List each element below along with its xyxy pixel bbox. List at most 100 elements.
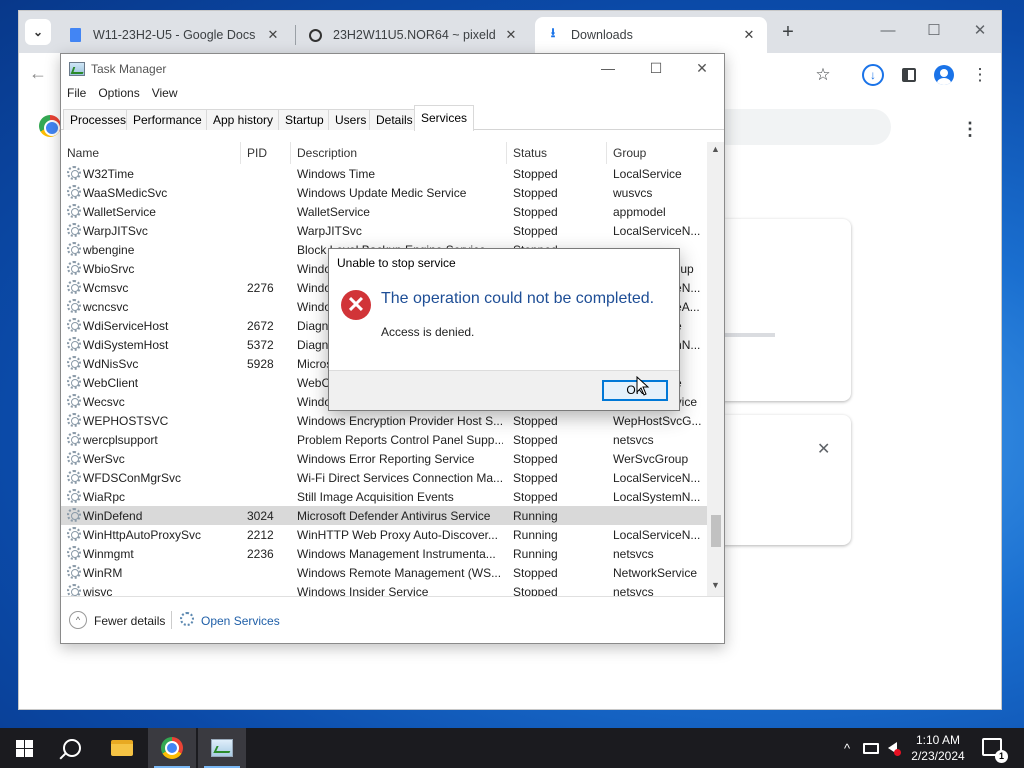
table-row[interactable]: WerSvc Windows Error Reporting Service Sto… bbox=[61, 449, 707, 468]
downloads-search-bar[interactable] bbox=[709, 109, 891, 145]
tab-google-docs[interactable]: W11-23H2-U5 - Google Docs ✕ bbox=[57, 17, 291, 53]
scroll-down-icon[interactable]: ▼ bbox=[707, 580, 724, 590]
vertical-scrollbar[interactable]: ▲ ▼ bbox=[707, 142, 724, 596]
open-services-link[interactable]: Open Services bbox=[201, 614, 280, 628]
column-header-group[interactable]: Group bbox=[607, 142, 707, 164]
pixeldrain-icon bbox=[307, 27, 323, 43]
table-row[interactable]: WinRM Windows Remote Management (WS... Sto… bbox=[61, 563, 707, 582]
service-gear-icon bbox=[67, 451, 81, 465]
downloads-toolbar-icon[interactable]: ↓ bbox=[862, 64, 884, 86]
table-row[interactable]: wercplsupport Problem Reports Control Pan… bbox=[61, 430, 707, 449]
task-manager-tabs: Processes Performance App history Startu… bbox=[61, 105, 724, 131]
scroll-up-icon[interactable]: ▲ bbox=[707, 144, 724, 154]
profile-avatar-icon[interactable] bbox=[933, 64, 955, 86]
column-header-description[interactable]: Description bbox=[291, 142, 507, 164]
table-row[interactable]: WalletService WalletService Stopped appmode… bbox=[61, 202, 707, 221]
cell-name: W32Time bbox=[83, 167, 134, 181]
tab-performance[interactable]: Performance bbox=[126, 109, 209, 130]
download-progress-track bbox=[725, 333, 775, 337]
tab-downloads[interactable]: ⭳ Downloads ✕ bbox=[535, 17, 767, 53]
bookmark-star-icon[interactable]: ☆ bbox=[812, 64, 834, 86]
downloads-menu-icon[interactable]: ⋮ bbox=[961, 119, 979, 140]
taskbar-task-manager[interactable] bbox=[198, 728, 246, 768]
windows-logo-icon bbox=[15, 739, 33, 757]
ok-button[interactable]: OK bbox=[602, 380, 668, 401]
cell-pid: 3024 bbox=[247, 509, 274, 523]
tray-overflow-chevron-icon[interactable]: ^ bbox=[838, 728, 856, 768]
system-clock[interactable]: 1:10 AM 2/23/2024 bbox=[904, 732, 972, 764]
network-icon[interactable] bbox=[860, 728, 882, 768]
cell-name: WerSvc bbox=[83, 452, 125, 466]
table-row[interactable]: W32Time Windows Time Stopped LocalService bbox=[61, 164, 707, 183]
maximize-icon[interactable]: ☐ bbox=[919, 19, 949, 43]
cell-pid: 2212 bbox=[247, 528, 274, 542]
tab-startup[interactable]: Startup bbox=[278, 109, 331, 130]
minimize-icon[interactable]: — bbox=[873, 19, 903, 43]
tab-details[interactable]: Details bbox=[369, 109, 420, 130]
table-row[interactable]: WaaSMedicSvc Windows Update Medic Service… bbox=[61, 183, 707, 202]
menu-options[interactable]: Options bbox=[92, 84, 145, 104]
cell-status: Stopped bbox=[513, 585, 558, 596]
table-row[interactable]: wisvc Windows Insider Service Stopped netsv… bbox=[61, 582, 707, 596]
table-row[interactable]: WinHttpAutoProxySvc 2212 WinHTTP Web Proxy… bbox=[61, 525, 707, 544]
close-tab-icon[interactable]: ✕ bbox=[503, 27, 519, 43]
table-row[interactable]: WarpJITSvc WarpJITSvc Stopped LocalServiceN… bbox=[61, 221, 707, 240]
taskbar-chrome[interactable] bbox=[148, 728, 196, 768]
table-row[interactable]: WiaRpc Still Image Acquisition Events Stop… bbox=[61, 487, 707, 506]
scroll-thumb[interactable] bbox=[711, 515, 721, 547]
services-gear-icon bbox=[180, 612, 194, 626]
tab-app-history[interactable]: App history bbox=[206, 109, 281, 130]
close-tab-icon[interactable]: ✕ bbox=[265, 27, 281, 43]
cell-status: Stopped bbox=[513, 414, 558, 428]
task-manager-titlebar[interactable]: Task Manager — ☐ ✕ bbox=[61, 54, 724, 84]
start-button[interactable] bbox=[0, 728, 48, 768]
cell-description: Windows Encryption Provider Host S... bbox=[297, 414, 503, 428]
new-tab-button[interactable]: + bbox=[777, 21, 799, 43]
side-panel-icon[interactable] bbox=[898, 64, 920, 86]
cell-group: wusvcs bbox=[613, 186, 653, 200]
cell-pid: 2236 bbox=[247, 547, 274, 561]
search-button[interactable] bbox=[48, 728, 96, 768]
back-arrow-icon[interactable]: ← bbox=[29, 63, 47, 84]
service-gear-icon bbox=[67, 356, 81, 370]
cell-group: WepHostSvcG... bbox=[613, 414, 702, 428]
taskbar-file-explorer[interactable] bbox=[98, 728, 146, 768]
cell-description: Still Image Acquisition Events bbox=[297, 490, 454, 504]
menu-view[interactable]: View bbox=[146, 84, 184, 104]
close-tab-icon[interactable]: ✕ bbox=[741, 27, 757, 43]
chrome-menu-icon[interactable]: ⋮ bbox=[969, 64, 991, 86]
column-header-name[interactable]: Name bbox=[61, 142, 241, 164]
service-gear-icon bbox=[67, 185, 81, 199]
maximize-icon[interactable]: ☐ bbox=[641, 58, 671, 78]
cell-pid: 5928 bbox=[247, 357, 274, 371]
table-row[interactable]: WFDSConMgrSvc Wi-Fi Direct Services Conne… bbox=[61, 468, 707, 487]
cell-pid: 5372 bbox=[247, 338, 274, 352]
cell-group: LocalServiceN... bbox=[613, 224, 701, 238]
fewer-details-button[interactable]: Fewer details bbox=[94, 614, 165, 628]
folder-icon bbox=[111, 740, 133, 756]
close-icon[interactable]: ✕ bbox=[687, 58, 717, 78]
download-item-card bbox=[709, 415, 851, 545]
cell-description: Windows Error Reporting Service bbox=[297, 452, 475, 466]
table-row[interactable]: Winmgmt 2236 Windows Management Instrument… bbox=[61, 544, 707, 563]
remove-download-icon[interactable]: ✕ bbox=[817, 439, 830, 459]
tab-services[interactable]: Services bbox=[414, 105, 475, 131]
close-icon[interactable]: ✕ bbox=[965, 19, 995, 43]
column-header-status[interactable]: Status bbox=[507, 142, 607, 164]
menu-file[interactable]: File bbox=[61, 84, 92, 104]
cell-status: Stopped bbox=[513, 433, 558, 447]
tab-users[interactable]: Users bbox=[328, 109, 374, 130]
cell-name: WdNisSvc bbox=[83, 357, 139, 371]
chevron-up-icon[interactable]: ^ bbox=[69, 611, 87, 629]
tab-label: Downloads bbox=[571, 28, 633, 42]
service-gear-icon bbox=[67, 375, 81, 389]
minimize-icon[interactable]: — bbox=[593, 58, 623, 78]
tab-search-chevron-icon[interactable]: ⌄ bbox=[25, 19, 51, 45]
volume-muted-icon[interactable] bbox=[884, 728, 904, 768]
table-row[interactable]: WinDefend 3024 Microsoft Defender Antiviru… bbox=[61, 506, 707, 525]
tab-pixeldrain[interactable]: 23H2W11U5.NOR64 ~ pixeldra ✕ bbox=[297, 17, 529, 53]
column-header-pid[interactable]: PID bbox=[241, 142, 291, 164]
cell-description: Windows Update Medic Service bbox=[297, 186, 467, 200]
table-row[interactable]: WEPHOSTSVC Windows Encryption Provider Ho… bbox=[61, 411, 707, 430]
tab-processes[interactable]: Processes bbox=[63, 109, 134, 130]
